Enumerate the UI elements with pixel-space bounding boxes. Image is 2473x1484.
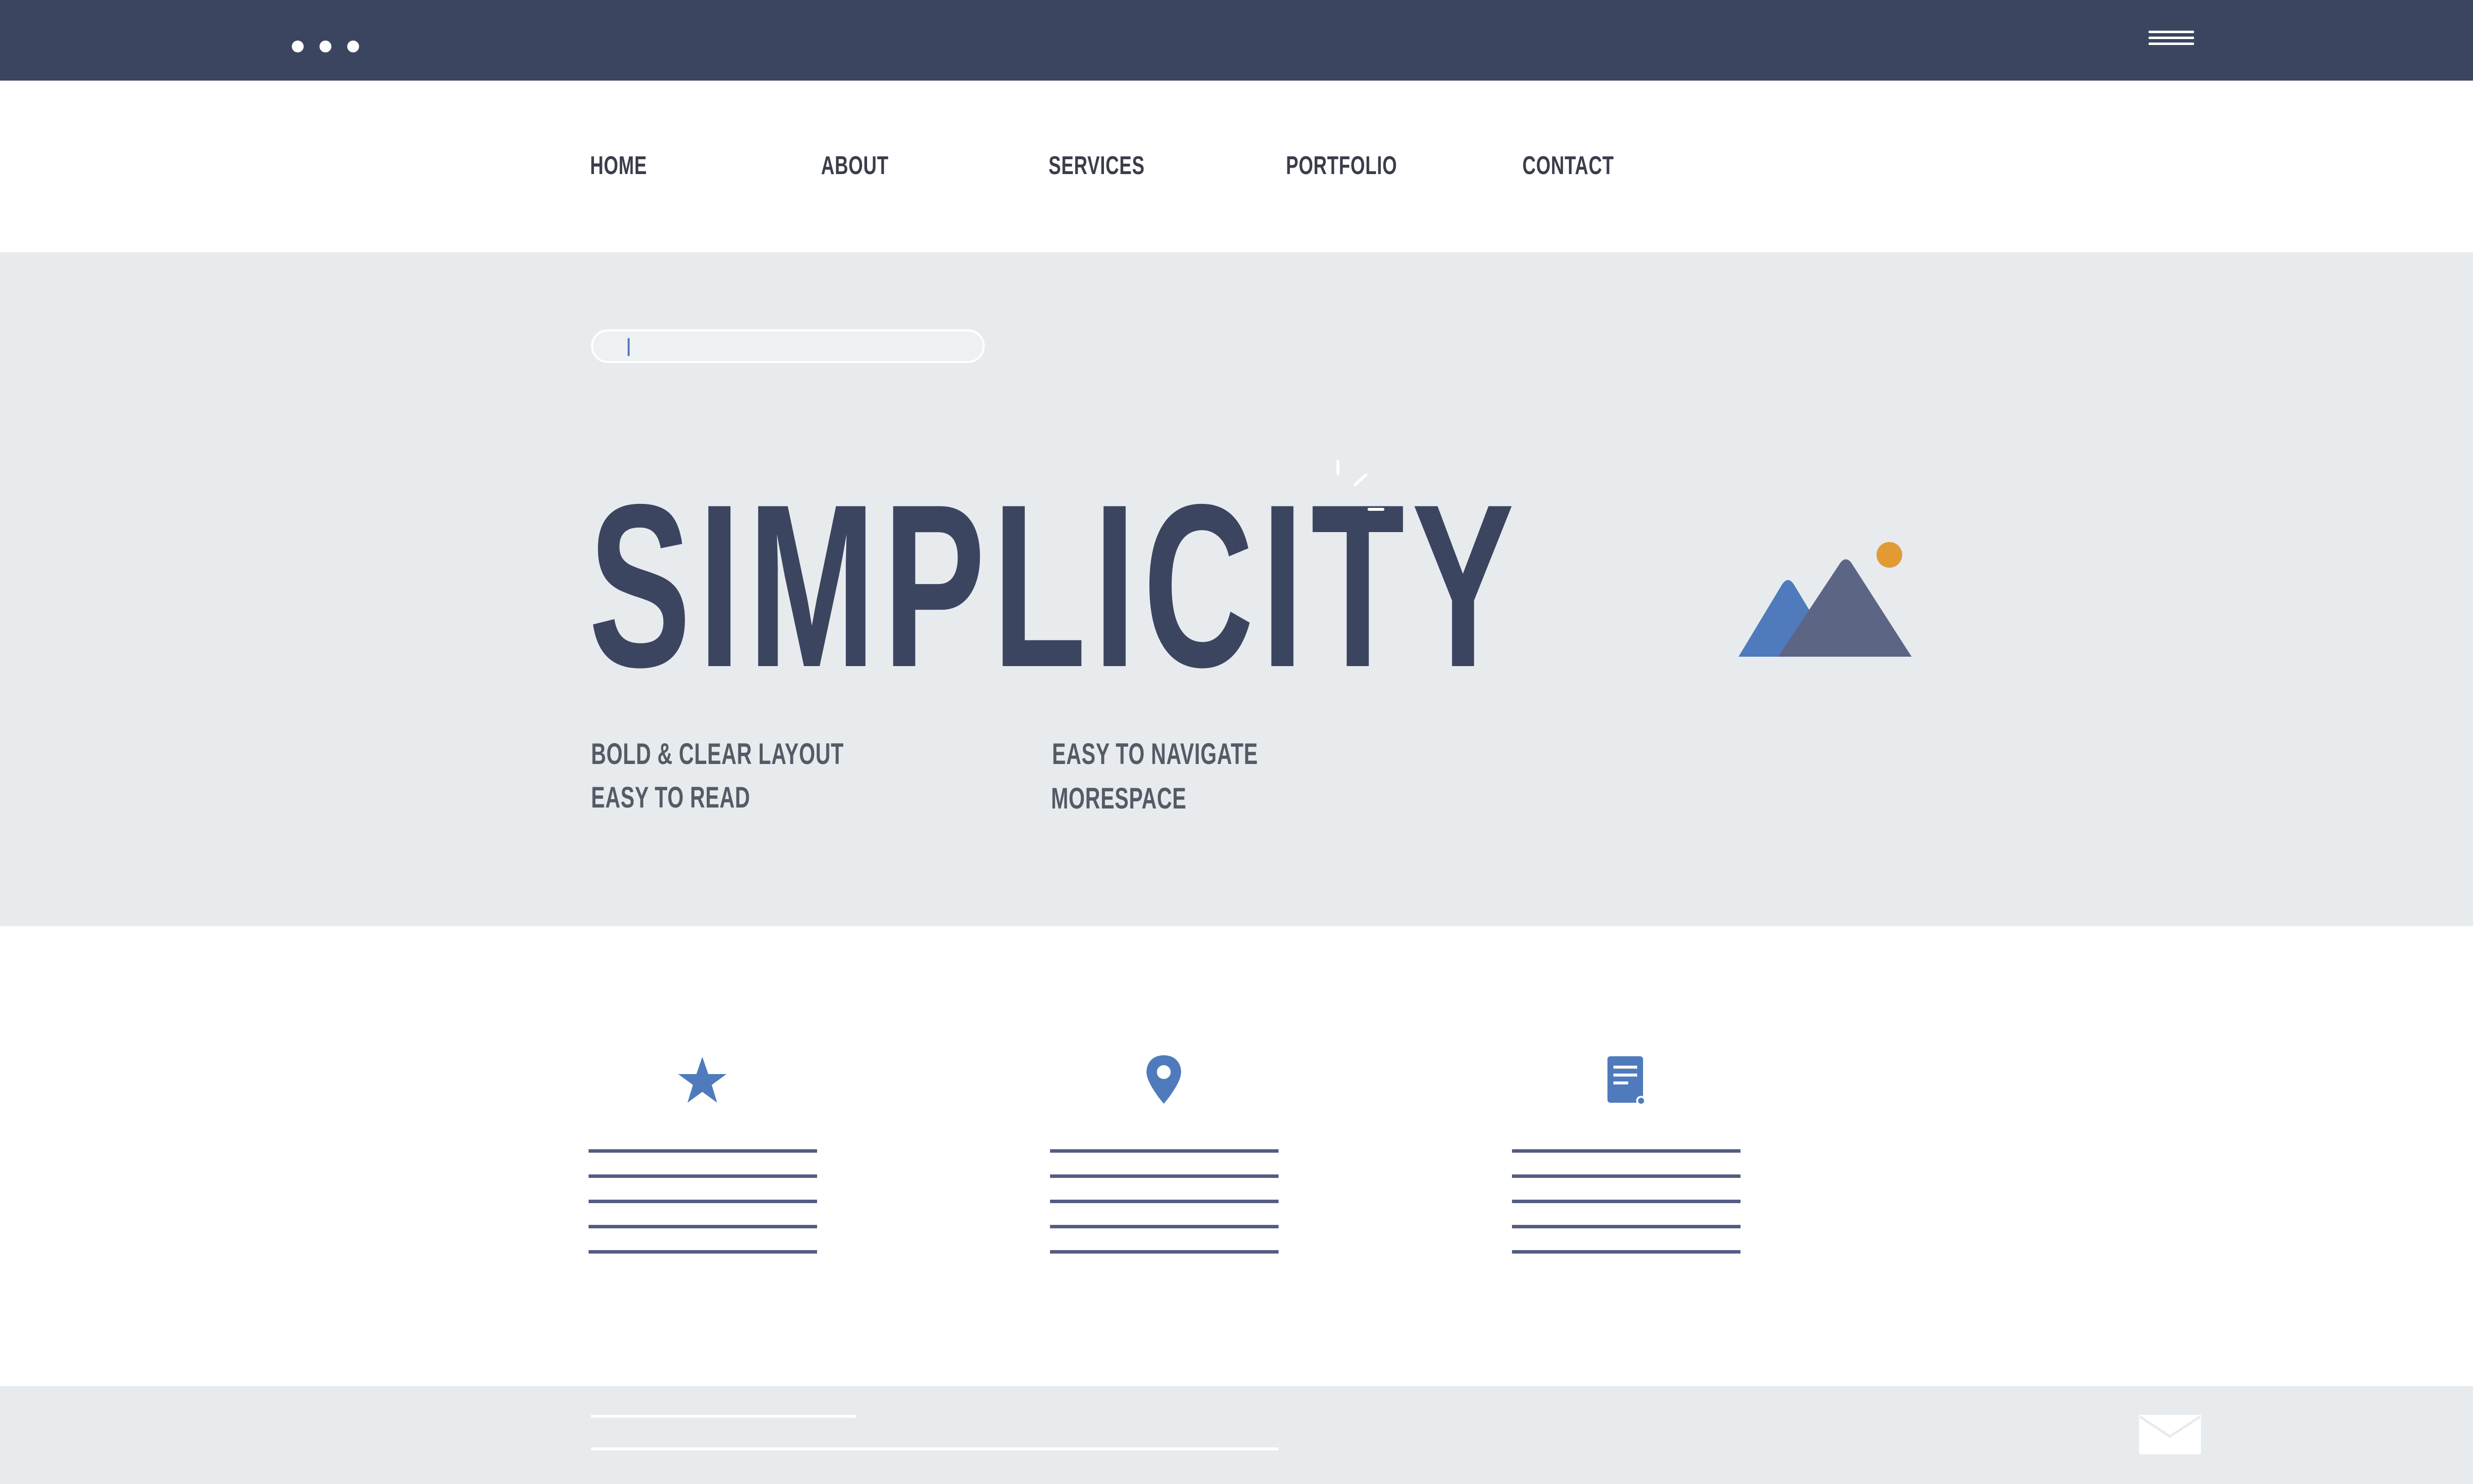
nav-item-home[interactable]: HOME	[590, 151, 669, 180]
mail-icon[interactable]	[2139, 1415, 2201, 1454]
footer-line	[591, 1447, 1279, 1450]
text-caret	[628, 338, 630, 356]
hamburger-menu-icon[interactable]	[2149, 31, 2194, 53]
feature-easy-read: EASY TO READ	[591, 781, 750, 814]
nav-item-services[interactable]: SERVICES	[1049, 151, 1182, 180]
mountain-image-icon	[1739, 542, 1912, 657]
search-input[interactable]	[591, 329, 985, 363]
location-pin-icon	[1146, 1055, 1181, 1104]
nav-item-portfolio[interactable]: PORTFOLIO	[1286, 151, 1440, 180]
main-navigation: HOME ABOUT SERVICES PORTFOLIO CONTACT	[0, 81, 2473, 252]
footer	[0, 1386, 2473, 1484]
text-placeholder-lines	[589, 1149, 817, 1275]
footer-line	[591, 1415, 856, 1418]
dot	[320, 41, 331, 52]
dot	[292, 41, 304, 52]
feature-easy-navigate: EASY TO NAVIGATE	[1052, 737, 1258, 770]
nav-item-contact[interactable]: CONTACT	[1522, 151, 1649, 180]
sparkle-icon	[1336, 460, 1384, 511]
nav-item-about[interactable]: ABOUT	[821, 151, 915, 180]
document-icon	[1607, 1056, 1646, 1106]
top-bar	[0, 0, 2473, 81]
window-dots-icon	[292, 41, 359, 52]
hero-section: SIMPLICITY BOLD & CLEAR LAYOUT EASY TO R…	[0, 252, 2473, 926]
text-placeholder-lines	[1050, 1149, 1279, 1275]
dot	[347, 41, 359, 52]
feature-bold-layout: BOLD & CLEAR LAYOUT	[591, 737, 844, 770]
text-placeholder-lines	[1512, 1149, 1740, 1275]
feature-more-space: MORESPACE	[1051, 782, 1187, 815]
star-icon	[678, 1057, 727, 1103]
